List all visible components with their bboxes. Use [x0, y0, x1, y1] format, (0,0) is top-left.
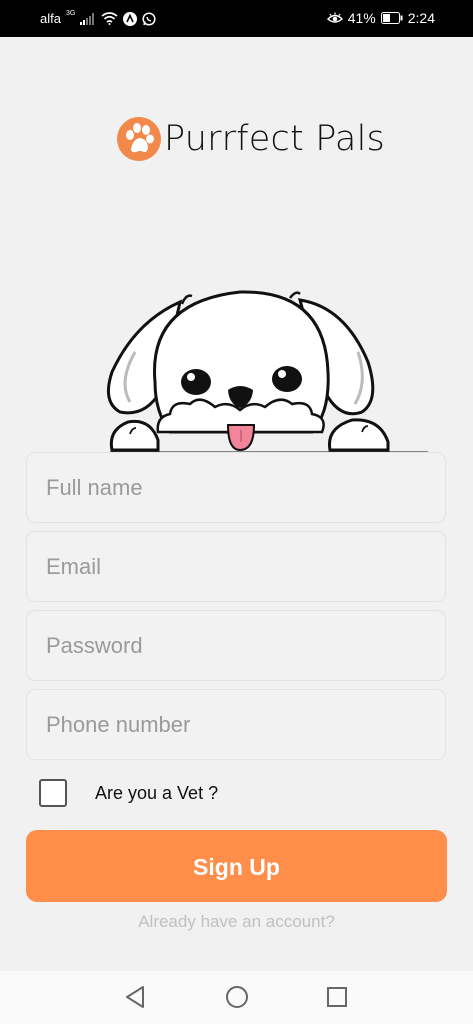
password-field[interactable] [26, 610, 446, 681]
full-name-field[interactable] [26, 452, 446, 523]
email-field[interactable] [26, 531, 446, 602]
app-notification-icon [123, 11, 138, 26]
back-icon[interactable] [124, 985, 146, 1009]
whatsapp-icon [142, 11, 156, 26]
status-right: 41% 2:24 [326, 10, 435, 26]
wifi-icon [101, 12, 118, 25]
battery-icon [380, 12, 403, 24]
status-bar: alfa 3G 41% 2:24 [0, 0, 473, 37]
paw-icon [117, 117, 161, 161]
navigation-bar [0, 971, 473, 1024]
app-name: Purrfect Pals [164, 119, 385, 159]
dog-illustration [106, 290, 428, 453]
recents-icon[interactable] [326, 985, 348, 1009]
vet-checkbox-label[interactable]: Are you a Vet ? [95, 783, 218, 804]
phone-input[interactable] [27, 690, 445, 759]
battery-percent: 41% [347, 10, 376, 26]
clock: 2:24 [407, 10, 435, 26]
password-input[interactable] [27, 611, 445, 680]
eye-comfort-icon [326, 12, 343, 23]
carrier-name: alfa [40, 11, 61, 26]
full-name-input[interactable] [27, 453, 445, 522]
vet-checkbox[interactable] [39, 779, 67, 807]
sign-in-link[interactable]: Already have an account? [0, 912, 473, 932]
signal-icon [80, 12, 95, 25]
network-type: 3G [65, 10, 76, 17]
email-input[interactable] [27, 532, 445, 601]
sign-up-button[interactable]: Sign Up [26, 830, 447, 902]
status-left: alfa 3G [40, 10, 156, 26]
home-icon[interactable] [225, 985, 249, 1009]
app-logo: Purrfect Pals [117, 117, 385, 161]
vet-checkbox-row[interactable]: Are you a Vet ? [39, 779, 218, 807]
phone-field[interactable] [26, 689, 446, 760]
